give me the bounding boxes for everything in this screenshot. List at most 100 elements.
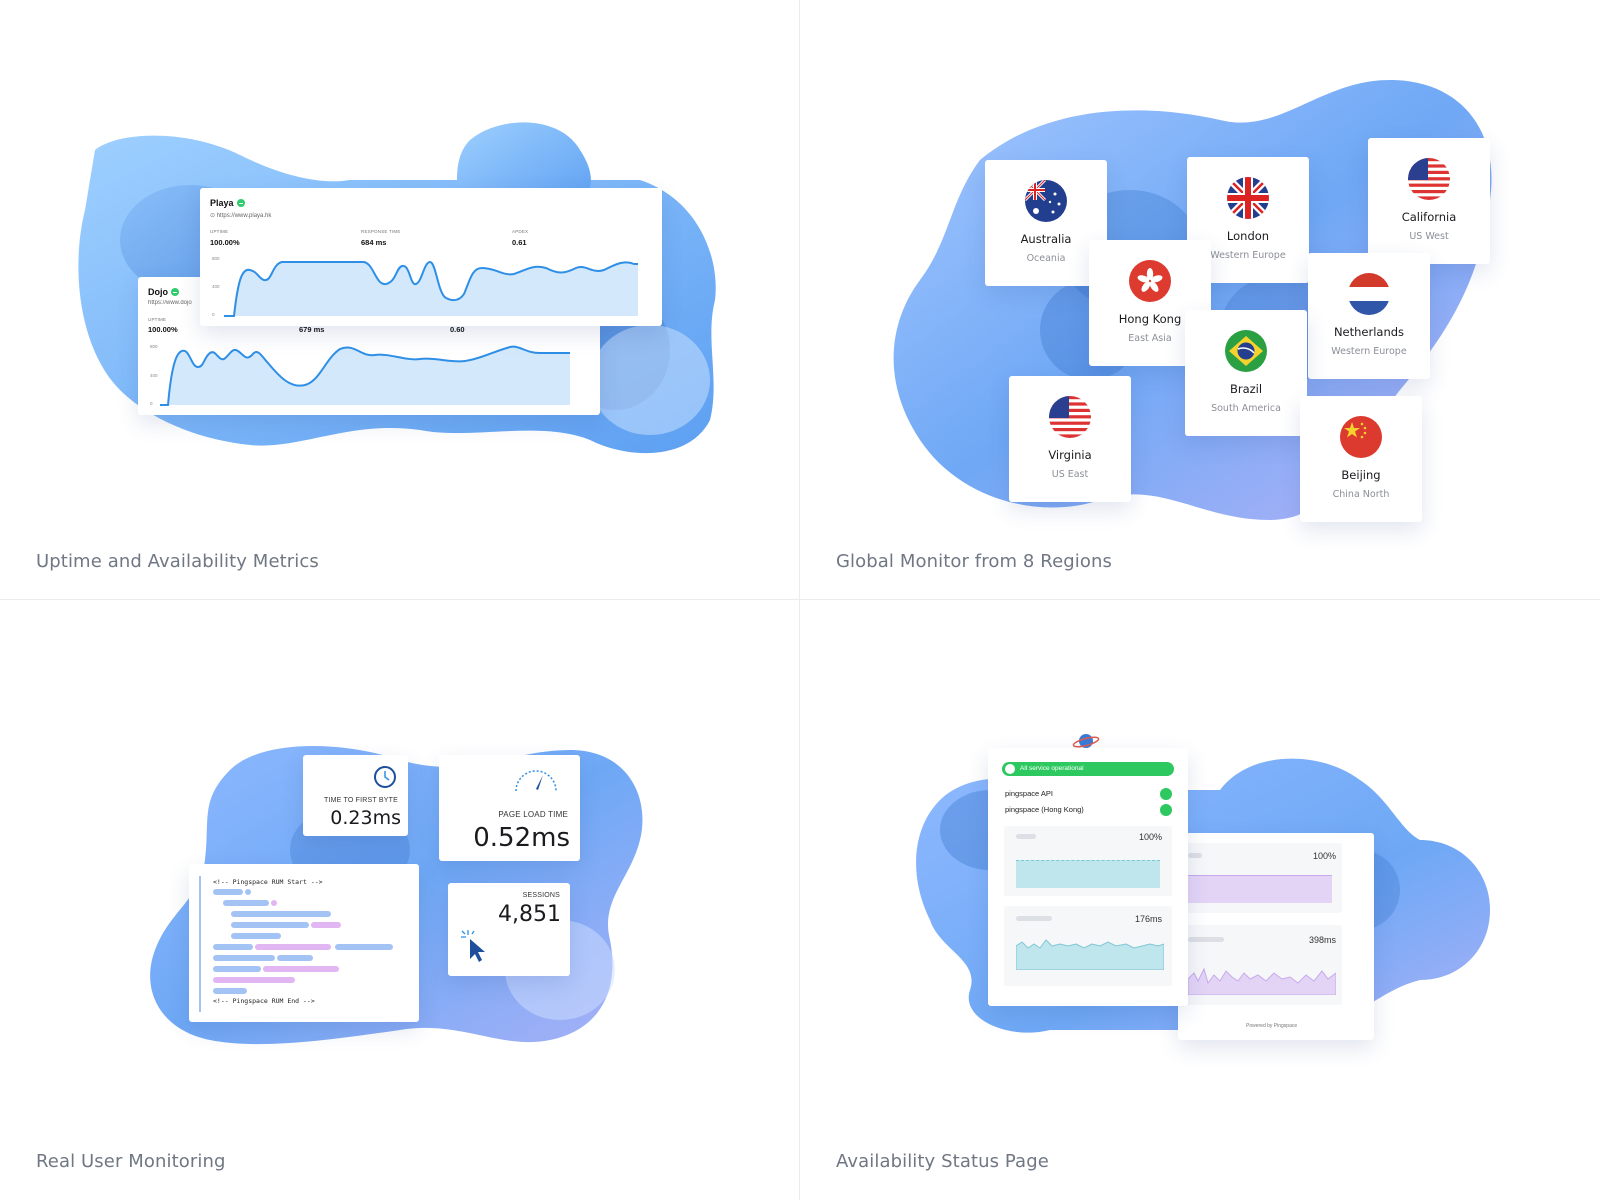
- response-graph-box: 398ms: [1182, 925, 1342, 1005]
- check-icon: [1005, 764, 1015, 774]
- status-panel: 100% 398ms Powered by Pingspace All serv…: [800, 600, 1599, 1199]
- clock-icon: [374, 766, 396, 788]
- response-graph: [1188, 967, 1336, 995]
- service-ok-icon: [1160, 804, 1172, 816]
- region-card-beijing[interactable]: Beijing China North: [1300, 396, 1422, 522]
- region-area: US East: [1051, 469, 1089, 480]
- region-city: Netherlands: [1333, 325, 1405, 339]
- ttfb-card[interactable]: TIME TO FIRST BYTE 0.23ms: [303, 755, 408, 836]
- graph-title-placeholder: [1188, 853, 1202, 858]
- uptime-label: UPTIME: [210, 229, 229, 234]
- code-line: [263, 966, 339, 972]
- uptime-panel: Dojo https://www.dojo UPTIME 100.00% 679…: [0, 0, 799, 599]
- response-value: 176ms: [1134, 914, 1162, 924]
- sessions-label: SESSIONS: [522, 892, 560, 899]
- code-line: [213, 966, 261, 972]
- uptime-percent: 100%: [1312, 851, 1336, 861]
- uptime-value: 100.00%: [148, 325, 178, 334]
- usa-flag-icon: [1408, 158, 1450, 200]
- axis-tick: 400: [212, 284, 220, 289]
- operational-banner: All service operational: [1002, 762, 1174, 776]
- page-load-value: 0.52ms: [473, 823, 570, 853]
- apdex-value: 0.61: [512, 238, 527, 247]
- axis-tick: 0: [212, 312, 215, 317]
- code-start-comment: <!-- Pingspace RUM Start -->: [213, 878, 323, 886]
- graph-title-placeholder: [1016, 916, 1052, 921]
- uptime-value: 100.00%: [210, 238, 240, 247]
- monitor-url: ⊙ https://www.playa.hk: [210, 213, 272, 219]
- code-line: [255, 944, 331, 950]
- page-load-card[interactable]: PAGE LOAD TIME 0.52ms: [439, 755, 580, 861]
- uptime-percent: 100%: [1138, 832, 1162, 842]
- regions-panel: Australia Oceania London Western Europe …: [800, 0, 1599, 599]
- code-line: [231, 933, 281, 939]
- uptime-graph-box: 100%: [1004, 826, 1172, 896]
- monitor-url: https://www.dojo: [148, 300, 192, 306]
- region-area: China North: [1332, 489, 1390, 500]
- response-time-value: 679 ms: [299, 325, 325, 334]
- region-area: South America: [1211, 403, 1281, 414]
- code-line: [213, 944, 253, 950]
- code-line: [213, 988, 247, 994]
- response-chart: [160, 345, 570, 406]
- graph-title-placeholder: [1188, 937, 1224, 942]
- code-line: [213, 955, 275, 961]
- region-city: Virginia: [1048, 448, 1092, 462]
- region-city: Beijing: [1341, 468, 1381, 482]
- response-time-label: RESPONSE TIME: [361, 229, 401, 234]
- uk-flag-icon: [1227, 177, 1269, 219]
- region-card-netherlands[interactable]: Netherlands Western Europe: [1308, 253, 1430, 379]
- response-time-value: 684 ms: [361, 238, 387, 247]
- region-area: Western Europe: [1331, 346, 1407, 357]
- code-gutter: [199, 876, 201, 1012]
- code-line: [245, 889, 251, 895]
- status-card-back[interactable]: 100% 398ms Powered by Pingspace: [1178, 833, 1374, 1040]
- code-line: [311, 922, 341, 928]
- region-city: California: [1401, 210, 1457, 224]
- page-load-label: PAGE LOAD TIME: [498, 810, 568, 819]
- cursor-click-icon: [461, 930, 485, 962]
- code-snippet-card[interactable]: <!-- Pingspace RUM Start --> <!-- Pingsp…: [189, 864, 419, 1022]
- sessions-card[interactable]: SESSIONS 4,851: [448, 883, 570, 976]
- code-line: [231, 922, 309, 928]
- ttfb-label: TIME TO FIRST BYTE: [324, 797, 398, 804]
- status-card-front[interactable]: All service operational pingspace API pi…: [988, 748, 1188, 1006]
- monitor-name: Dojo: [148, 287, 179, 297]
- monitor-name: Playa: [210, 198, 245, 208]
- code-end-comment: <!-- Pingspace RUM End -->: [213, 997, 315, 1005]
- status-caption: Availability Status Page: [836, 1151, 1049, 1172]
- code-line: [277, 955, 313, 961]
- region-card-virginia[interactable]: Virginia US East: [1009, 376, 1131, 502]
- axis-tick: 400: [150, 373, 158, 378]
- region-city: Brazil: [1229, 382, 1263, 396]
- code-line: [213, 889, 243, 895]
- uptime-caption: Uptime and Availability Metrics: [36, 551, 319, 572]
- australia-flag-icon: [1025, 180, 1067, 222]
- netherlands-flag-icon: [1348, 273, 1390, 315]
- speedometer-icon: [515, 770, 557, 792]
- rum-panel: TIME TO FIRST BYTE 0.23ms PAGE LOAD TIME…: [0, 600, 799, 1199]
- usa-flag-icon: [1049, 396, 1091, 438]
- powered-by: Powered by Pingspace: [1246, 1023, 1298, 1029]
- region-area: US West: [1409, 231, 1449, 242]
- region-card-brazil[interactable]: Brazil South America: [1185, 310, 1307, 436]
- code-line: [213, 977, 295, 983]
- code-line: [335, 944, 393, 950]
- status-up-icon: [236, 199, 245, 207]
- hong-kong-flag-icon: [1129, 260, 1171, 302]
- service-ok-icon: [1160, 788, 1172, 800]
- service-name: pingspace API: [1005, 789, 1053, 798]
- response-graph-box: 176ms: [1004, 906, 1172, 986]
- code-line: [271, 900, 277, 906]
- regions-caption: Global Monitor from 8 Regions: [836, 551, 1112, 572]
- rum-caption: Real User Monitoring: [36, 1151, 226, 1172]
- monitor-card-playa[interactable]: Playa ⊙ https://www.playa.hk UPTIME RESP…: [200, 188, 662, 326]
- uptime-graph: [1016, 860, 1160, 888]
- response-value: 398ms: [1308, 935, 1336, 945]
- status-up-icon: [171, 288, 179, 296]
- apdex-value: 0.60: [450, 325, 465, 334]
- region-card-california[interactable]: California US West: [1368, 138, 1490, 264]
- axis-tick: 800: [150, 344, 158, 349]
- code-line: [223, 900, 269, 906]
- ttfb-value: 0.23ms: [330, 807, 401, 829]
